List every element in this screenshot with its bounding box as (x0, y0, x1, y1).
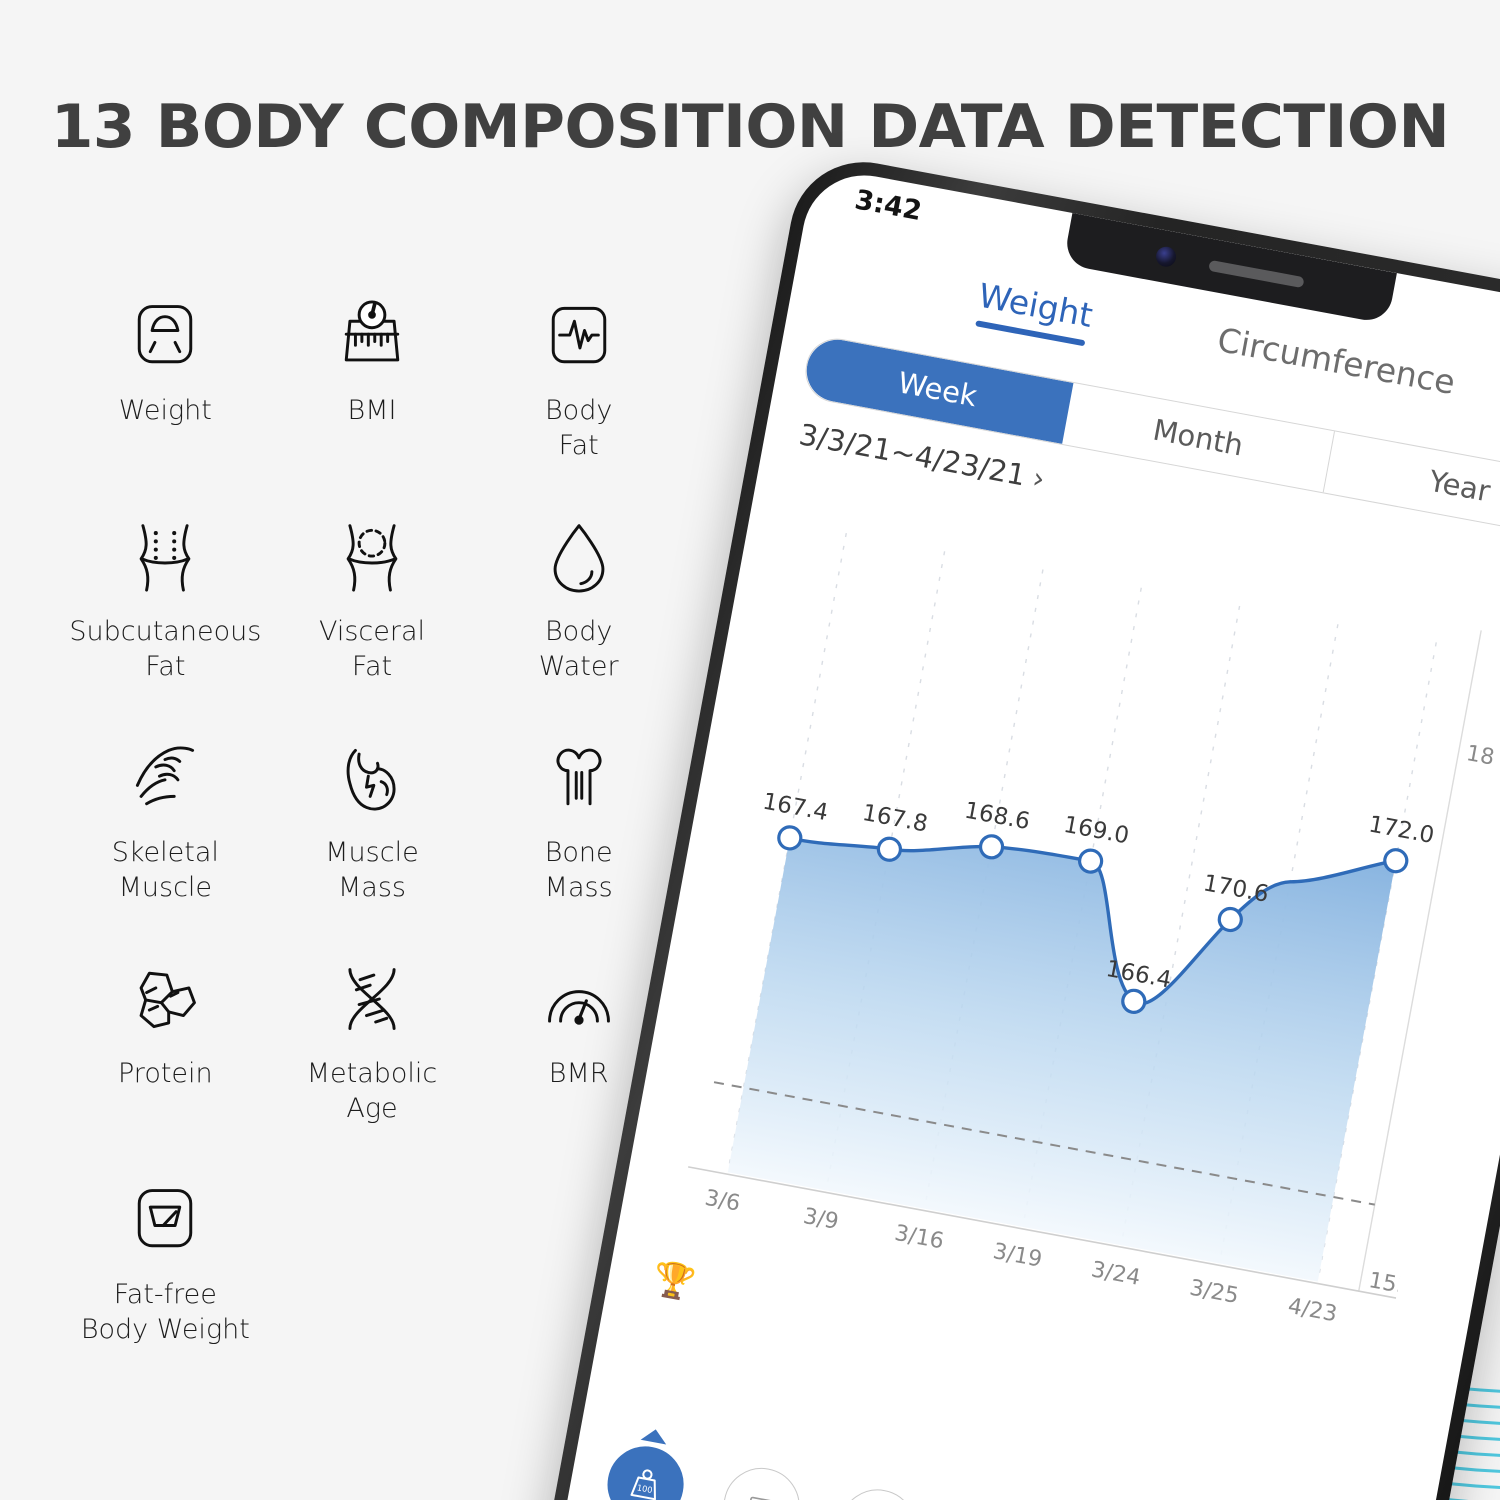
metric-label: BMR (548, 1058, 609, 1090)
chevron-right-icon: › (1029, 460, 1048, 497)
point-label: 167.4 (761, 789, 830, 827)
phone-mockup: 3:42 Weight Circumference Week Month Yea… (538, 150, 1500, 1500)
bmi-scale-icon (326, 290, 418, 382)
segment-year[interactable]: Year (1324, 431, 1500, 540)
bottom-nav: 100 Weight (559, 1416, 1422, 1500)
nav-item-bmi[interactable] (706, 1442, 819, 1500)
gauge-icon (533, 953, 625, 1045)
metric-skeletal-muscle: Skeletal Muscle (62, 732, 269, 905)
metric-fat-free-body-weight: Fat-free Body Weight (62, 1174, 269, 1347)
y-tick-bottom: 153 (1367, 1268, 1413, 1300)
waist-circle-icon (326, 511, 418, 603)
metric-icon-grid: Weight BMI Body Fat Subcutaneous Fat Vis… (62, 290, 682, 1347)
weight-100-icon: 100 (601, 1440, 690, 1500)
scale-icon (119, 290, 211, 382)
x-tick: 3/19 (991, 1239, 1044, 1273)
waist-dots-icon (119, 511, 211, 603)
nav-item-weight[interactable]: 100 Weight (585, 1421, 703, 1500)
metric-body-fat: Body Fat (475, 290, 682, 463)
percent-icon (833, 1483, 922, 1500)
scale-trapezoid-icon (119, 1174, 211, 1266)
x-tick: 3/9 (801, 1204, 840, 1235)
metric-label: Fat-free Body Weight (80, 1279, 250, 1345)
metric-muscle-mass: Muscle Mass (269, 732, 476, 905)
metric-label: Weight (118, 395, 212, 426)
tab-weight[interactable]: Weight (973, 276, 1096, 347)
tab-circumference[interactable]: Circumference (1212, 320, 1458, 414)
metric-protein: Protein (62, 953, 269, 1126)
earpiece-speaker-icon (1208, 259, 1305, 288)
nav-item-body-water[interactable] (938, 1485, 1051, 1500)
segment-month[interactable]: Month (1062, 382, 1336, 493)
metric-label: Protein (118, 1058, 213, 1090)
metric-label: BMI (347, 395, 397, 426)
x-tick: 3/6 (703, 1186, 742, 1217)
metric-bmi: BMI (269, 290, 476, 463)
front-camera-icon (1154, 245, 1178, 269)
metric-body-water: Body Water (475, 511, 682, 684)
promo-graphic: 13 BODY COMPOSITION DATA DETECTION Weigh… (0, 0, 1500, 1500)
x-tick: 3/16 (893, 1221, 946, 1255)
skeletal-muscle-icon (119, 732, 211, 824)
trophy-icon: 🏆 (649, 1258, 699, 1304)
page-title: 13 BODY COMPOSITION DATA DETECTION (50, 92, 1450, 162)
x-tick: 4/23 (1286, 1294, 1339, 1328)
metric-weight: Weight (62, 290, 269, 463)
metric-label: Body Fat (545, 395, 613, 461)
metric-label: Subcutaneous Fat (69, 616, 262, 682)
metric-subcutaneous-fat: Subcutaneous Fat (62, 511, 269, 684)
metric-label: Body Water (538, 616, 619, 682)
metric-label: Muscle Mass (325, 837, 419, 903)
point-label: 172.0 (1367, 811, 1436, 849)
dna-icon (326, 953, 418, 1045)
heartbeat-icon (533, 290, 625, 382)
water-drop-icon (533, 511, 625, 603)
bone-icon (533, 732, 625, 824)
weight-chart[interactable]: 181 153 167.4 167.8 168.6 169.0 166.4 17… (624, 479, 1500, 1434)
metric-label: Metabolic Age (306, 1058, 438, 1124)
metric-label: Visceral Fat (318, 616, 426, 682)
metric-bone-mass: Bone Mass (475, 732, 682, 905)
flexed-arm-icon (326, 732, 418, 824)
metric-visceral-fat: Visceral Fat (269, 511, 476, 684)
nav-active-caret-icon (640, 1427, 669, 1445)
status-time: 3:42 (852, 183, 925, 227)
point-label: 168.6 (962, 798, 1031, 836)
x-tick: 3/24 (1089, 1257, 1142, 1291)
y-tick-top: 181 (1464, 741, 1500, 773)
point-label: 169.0 (1062, 812, 1131, 850)
metric-label: Bone Mass (544, 837, 613, 903)
svg-text:100: 100 (636, 1482, 653, 1495)
point-label: 170.6 (1201, 870, 1270, 908)
bmi-chart-icon (717, 1461, 806, 1500)
metric-metabolic-age: Metabolic Age (269, 953, 476, 1126)
phone-screen: 3:42 Weight Circumference Week Month Yea… (553, 165, 1500, 1500)
molecule-icon (119, 953, 211, 1045)
point-label: 167.8 (860, 800, 929, 838)
x-tick: 3/25 (1188, 1276, 1241, 1310)
nav-item-percent[interactable] (822, 1464, 935, 1500)
metric-label: Skeletal Muscle (111, 837, 219, 903)
